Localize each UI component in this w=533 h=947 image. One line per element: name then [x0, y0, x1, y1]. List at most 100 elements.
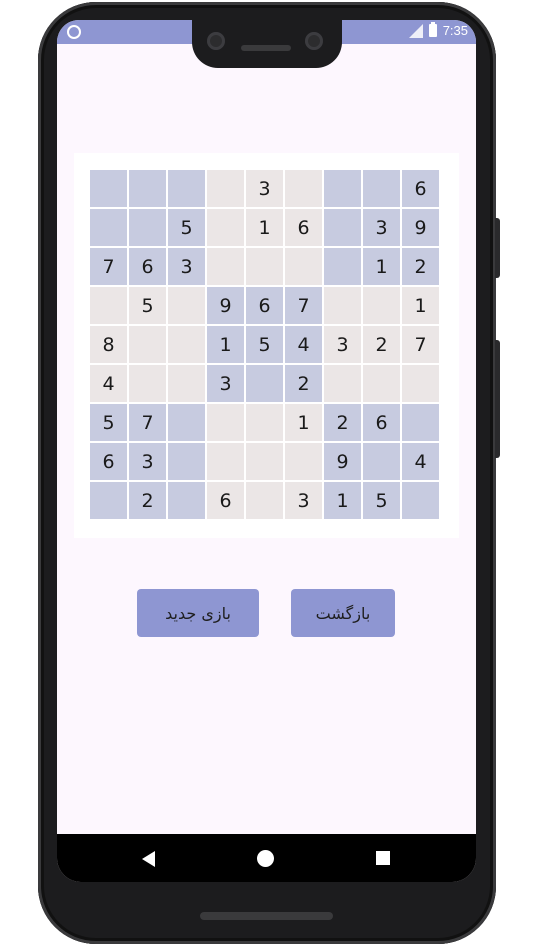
sudoku-cell[interactable]: 8 — [89, 325, 128, 364]
sudoku-cell[interactable] — [323, 169, 362, 208]
sudoku-cell[interactable]: 6 — [284, 208, 323, 247]
sudoku-cell[interactable]: 3 — [245, 169, 284, 208]
sudoku-cell[interactable] — [128, 169, 167, 208]
status-icons: 7:35 — [408, 22, 468, 38]
sudoku-cell[interactable] — [401, 481, 440, 520]
sudoku-cell[interactable]: 4 — [401, 442, 440, 481]
recents-square-icon[interactable] — [376, 851, 390, 865]
sudoku-cell[interactable]: 4 — [284, 325, 323, 364]
sudoku-cell[interactable] — [167, 325, 206, 364]
sudoku-cell[interactable]: 6 — [245, 286, 284, 325]
sudoku-cell[interactable]: 9 — [206, 286, 245, 325]
sudoku-cell[interactable] — [245, 247, 284, 286]
sudoku-cell[interactable]: 5 — [89, 403, 128, 442]
sudoku-cell[interactable]: 9 — [401, 208, 440, 247]
sudoku-cell[interactable] — [206, 442, 245, 481]
sudoku-cell[interactable]: 3 — [128, 442, 167, 481]
sudoku-cell[interactable] — [245, 403, 284, 442]
sudoku-cell[interactable] — [128, 208, 167, 247]
sudoku-cell[interactable]: 1 — [245, 208, 284, 247]
status-time: 7:35 — [442, 23, 468, 38]
home-circle-icon[interactable] — [257, 850, 274, 867]
sudoku-cell[interactable]: 3 — [206, 364, 245, 403]
sudoku-cell[interactable] — [323, 364, 362, 403]
sudoku-cell[interactable]: 5 — [245, 325, 284, 364]
sudoku-cell[interactable] — [89, 481, 128, 520]
sudoku-cell[interactable] — [284, 169, 323, 208]
sudoku-cell[interactable]: 7 — [401, 325, 440, 364]
earpiece-speaker — [241, 45, 291, 51]
sudoku-cell[interactable]: 3 — [323, 325, 362, 364]
sudoku-cell[interactable]: 7 — [89, 247, 128, 286]
sudoku-cell[interactable]: 3 — [284, 481, 323, 520]
battery-icon — [428, 22, 437, 37]
sudoku-cell[interactable] — [323, 208, 362, 247]
sudoku-cell[interactable] — [206, 208, 245, 247]
sudoku-cell[interactable]: 2 — [128, 481, 167, 520]
sudoku-cell[interactable]: 3 — [362, 208, 401, 247]
sudoku-cell[interactable] — [167, 169, 206, 208]
sudoku-cell[interactable]: 1 — [284, 403, 323, 442]
signal-icon — [408, 23, 423, 38]
power-side-button — [495, 218, 500, 278]
sudoku-cell[interactable] — [245, 442, 284, 481]
sudoku-cell[interactable]: 2 — [401, 247, 440, 286]
sudoku-cell[interactable]: 6 — [401, 169, 440, 208]
sudoku-cell[interactable]: 5 — [128, 286, 167, 325]
new-game-button[interactable]: بازی جدید — [137, 589, 259, 637]
sudoku-cell[interactable] — [167, 364, 206, 403]
sudoku-cell[interactable] — [167, 481, 206, 520]
sudoku-cell[interactable] — [206, 169, 245, 208]
back-button[interactable]: بازگشت — [291, 589, 395, 637]
sudoku-cell[interactable]: 6 — [206, 481, 245, 520]
sudoku-cell[interactable] — [89, 169, 128, 208]
front-camera-icon — [207, 32, 225, 50]
sudoku-cell[interactable] — [167, 286, 206, 325]
sudoku-cell[interactable]: 1 — [206, 325, 245, 364]
sudoku-cell[interactable] — [323, 286, 362, 325]
sudoku-cell[interactable] — [323, 247, 362, 286]
sudoku-cell[interactable] — [128, 325, 167, 364]
sudoku-cell[interactable]: 6 — [89, 442, 128, 481]
sudoku-cell[interactable]: 1 — [362, 247, 401, 286]
sudoku-cell[interactable] — [362, 364, 401, 403]
sudoku-cell[interactable] — [206, 247, 245, 286]
sudoku-cell[interactable] — [167, 442, 206, 481]
sudoku-cell[interactable]: 3 — [167, 247, 206, 286]
sudoku-cell[interactable] — [89, 286, 128, 325]
camera-notch — [192, 18, 342, 68]
sudoku-cell[interactable]: 5 — [167, 208, 206, 247]
navigation-bar — [57, 834, 476, 882]
sudoku-cell[interactable]: 7 — [284, 286, 323, 325]
sudoku-cell[interactable] — [284, 247, 323, 286]
sudoku-cell[interactable] — [128, 364, 167, 403]
volume-side-button — [495, 340, 500, 458]
sudoku-cell[interactable] — [206, 403, 245, 442]
sudoku-cell[interactable] — [245, 364, 284, 403]
front-camera-icon — [305, 32, 323, 50]
back-triangle-icon[interactable] — [142, 851, 155, 867]
sudoku-cell[interactable] — [401, 403, 440, 442]
sudoku-cell[interactable]: 6 — [128, 247, 167, 286]
sudoku-cell[interactable]: 2 — [284, 364, 323, 403]
sudoku-cell[interactable]: 1 — [401, 286, 440, 325]
sudoku-cell[interactable] — [245, 481, 284, 520]
sudoku-cell[interactable] — [167, 403, 206, 442]
sudoku-cell[interactable] — [284, 442, 323, 481]
sudoku-cell[interactable]: 2 — [362, 325, 401, 364]
sudoku-cell[interactable] — [362, 286, 401, 325]
bottom-speaker-grille — [200, 912, 333, 920]
sudoku-board-container: 3651639763125967181543274325712663942631… — [74, 153, 459, 538]
sudoku-cell[interactable]: 5 — [362, 481, 401, 520]
sudoku-cell[interactable]: 6 — [362, 403, 401, 442]
sudoku-board: 3651639763125967181543274325712663942631… — [89, 169, 440, 520]
sudoku-cell[interactable] — [362, 169, 401, 208]
sudoku-cell[interactable]: 4 — [89, 364, 128, 403]
sudoku-cell[interactable]: 1 — [323, 481, 362, 520]
sudoku-cell[interactable]: 9 — [323, 442, 362, 481]
sudoku-cell[interactable] — [401, 364, 440, 403]
sudoku-cell[interactable]: 7 — [128, 403, 167, 442]
sudoku-cell[interactable] — [362, 442, 401, 481]
sudoku-cell[interactable] — [89, 208, 128, 247]
sudoku-cell[interactable]: 2 — [323, 403, 362, 442]
